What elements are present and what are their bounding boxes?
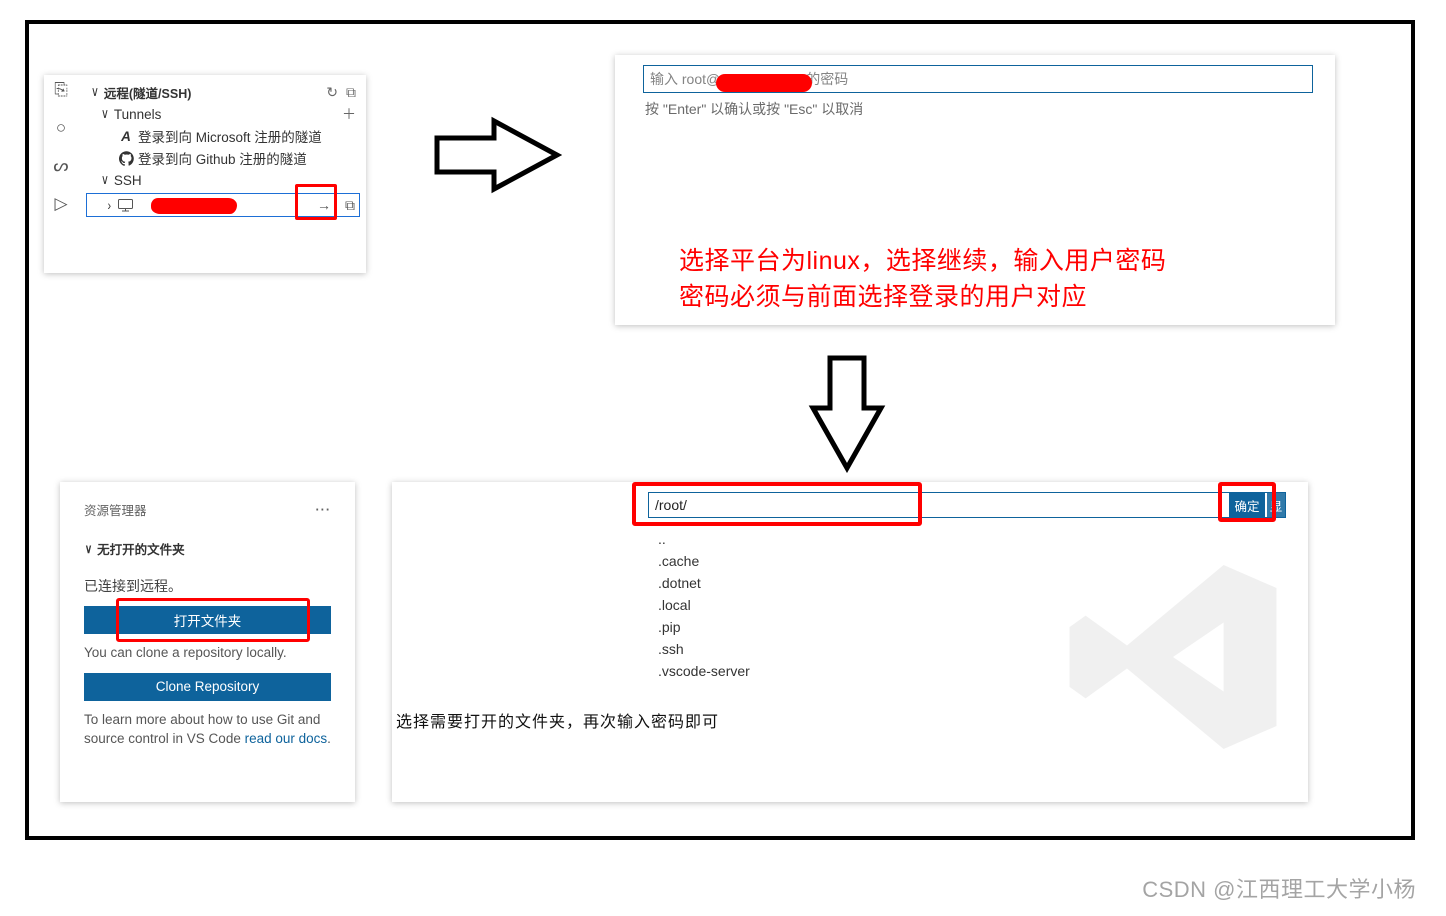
folder-item[interactable]: .cache [648,550,1286,572]
ssh-host-item[interactable]: › → ⧉ [86,193,360,217]
explorer-header: 资源管理器 ··· [84,500,331,519]
flow-arrow-right-icon [432,116,562,194]
azure-icon: A [118,129,134,144]
csdn-watermark: CSDN @江西理工大学小杨 [1142,872,1416,904]
new-window-icon[interactable]: ⧉ [346,84,356,101]
activity-bar: ⎘ ○ ᔕ ▷ [44,75,78,273]
redaction-mark [151,198,237,214]
annotation-line2: 密码必须与前面选择登录的用户对应 [679,279,1166,315]
refresh-icon[interactable]: ↻ [326,84,338,101]
explorer-title: 资源管理器 [84,500,147,519]
remote-explorer-panel: ⎘ ○ ᔕ ▷ ∨ 远程(隧道/SSH) ↻ ⧉ ∨ Tunnels ＋ A 登… [44,75,366,273]
activity-debug-icon[interactable]: ▷ [54,194,67,214]
annotation-line1: 选择平台为linux，选择继续，输入用户密码 [679,243,1166,279]
highlight-box [116,598,310,642]
folder-item[interactable]: .pip [648,616,1286,638]
activity-scm-icon[interactable]: ᔕ [53,156,68,176]
password-prompt-panel: 输入 root@ 的密码 按 "Enter" 以确认或按 "Esc" 以取消 选择… [615,55,1335,325]
password-input-wrap: 输入 root@ 的密码 [643,65,1313,93]
tunnel-gh-label: 登录到向 Github 注册的隧道 [138,148,307,168]
no-folder-section[interactable]: ∨ 无打开的文件夹 [84,539,331,558]
more-icon[interactable]: ··· [316,503,332,517]
open-terminal-icon[interactable]: ⧉ [345,197,355,214]
chevron-down-icon: ∨ [85,541,92,556]
tunnel-ms-item[interactable]: A 登录到向 Microsoft 注册的隧道 [86,125,360,147]
connected-text: 已连接到远程。 [84,576,331,596]
chevron-down-icon[interactable]: ∨ [91,84,99,100]
monitor-icon [118,199,134,212]
folder-item[interactable]: .local [648,594,1286,616]
password-hint: 按 "Enter" 以确认或按 "Esc" 以取消 [645,99,863,119]
redaction-mark [716,74,812,92]
password-input[interactable]: 输入 root@ 的密码 [644,66,1312,92]
folder-caption: 选择需要打开的文件夹，再次输入密码即可 [396,708,719,732]
add-icon[interactable]: ＋ [342,104,356,124]
activity-files-icon[interactable]: ⎘ [54,80,68,100]
folder-item[interactable]: .vscode-server [648,660,1286,682]
no-folder-label: 无打开的文件夹 [97,539,185,558]
folder-dropdown: .. .cache .dotnet .local .pip .ssh .vsco… [648,524,1286,686]
activity-search-icon[interactable]: ○ [56,118,66,138]
clone-hint: You can clone a repository locally. [84,644,331,663]
folder-item[interactable]: .. [648,528,1286,550]
tunnel-gh-item[interactable]: 登录到向 Github 注册的隧道 [86,147,360,169]
remote-section-title: 远程(隧道/SSH) [104,83,192,102]
folder-item[interactable]: .ssh [648,638,1286,660]
folder-picker-panel: /root/ 确定 显 .. .cache .dotnet .local .pi… [392,482,1308,802]
chevron-right-icon: › [107,198,111,213]
annotation-text: 选择平台为linux，选择继续，输入用户密码 密码必须与前面选择登录的用户对应 [679,243,1166,316]
learn-more-text: To learn more about how to use Git and s… [84,711,331,749]
tunnel-ms-label: 登录到向 Microsoft 注册的隧道 [138,126,322,146]
highlight-box [295,184,337,220]
tunnels-label: Tunnels [114,107,162,122]
ssh-label: SSH [114,173,142,188]
highlight-box [1218,482,1276,522]
folder-item[interactable]: .dotnet [648,572,1286,594]
github-icon [118,151,134,166]
chevron-down-icon[interactable]: ∨ [101,172,109,188]
chevron-down-icon[interactable]: ∨ [101,106,109,122]
highlight-box [632,482,922,526]
placeholder-prefix: 输入 root@ [650,69,720,89]
explorer-panel: 资源管理器 ··· ∨ 无打开的文件夹 已连接到远程。 打开文件夹 You ca… [60,482,355,802]
remote-explorer-body: ∨ 远程(隧道/SSH) ↻ ⧉ ∨ Tunnels ＋ A 登录到向 Micr… [80,75,366,273]
flow-arrow-down-icon [808,353,886,473]
read-docs-link[interactable]: read our docs [245,731,328,746]
placeholder-suffix: 的密码 [806,69,848,89]
open-folder-wrap: 打开文件夹 [84,606,331,634]
clone-repo-button[interactable]: Clone Repository [84,673,331,701]
